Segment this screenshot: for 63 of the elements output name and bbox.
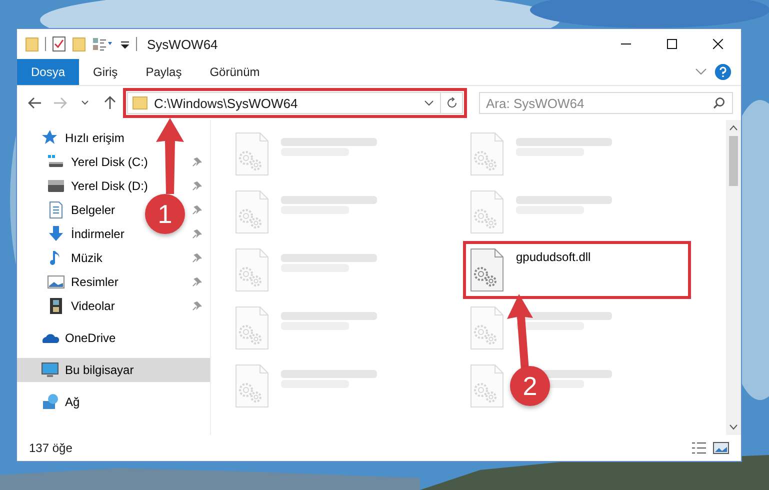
gear-file-icon: [470, 364, 504, 408]
pin-icon: [192, 301, 202, 311]
folder-icon: [25, 36, 39, 52]
gear-file-icon: [235, 132, 269, 176]
forward-arrow-icon: [53, 97, 68, 109]
chevron-icon[interactable]: [695, 68, 707, 76]
sidebar-item[interactable]: Resimler: [17, 270, 210, 294]
gear-file-icon: [470, 248, 504, 292]
ribbon-tab[interactable]: Dosya: [17, 59, 80, 85]
scroll-thumb[interactable]: [729, 136, 738, 186]
ribbon-tab[interactable]: Paylaş: [132, 59, 196, 85]
sidebar-item[interactable]: Müzik: [17, 246, 210, 270]
caret-icon: [81, 100, 90, 106]
document-icon: [47, 201, 65, 219]
file-name: gpududsoft.dll: [516, 250, 591, 264]
search-icon: [713, 97, 725, 109]
details-view-icon[interactable]: [691, 442, 707, 454]
gear-file-icon: [235, 190, 269, 234]
scroll-up-icon[interactable]: [729, 124, 738, 132]
folder-icon: [132, 96, 148, 110]
sidebar-item[interactable]: Bu bilgisayar: [17, 358, 210, 382]
star-icon: [41, 129, 59, 147]
download-icon: [47, 225, 65, 243]
scroll-down-icon[interactable]: [729, 423, 738, 431]
sidebar-item[interactable]: OneDrive: [17, 326, 210, 350]
ribbon-tab[interactable]: Giriş: [79, 59, 132, 85]
address-path: C:\Windows\SysWOW64: [154, 96, 299, 110]
window-title: SysWOW64: [147, 36, 218, 52]
pin-icon: [192, 229, 202, 239]
gear-file-icon: [470, 190, 504, 234]
pin-icon: [192, 157, 202, 167]
sidebar-item[interactable]: Ağ: [17, 390, 210, 414]
ribbon-tab[interactable]: Görünüm: [196, 59, 274, 85]
large-icons-view-icon[interactable]: [713, 442, 729, 454]
gear-file-icon: [235, 364, 269, 408]
scrollbar[interactable]: [726, 120, 741, 435]
gear-file-icon: [470, 306, 504, 350]
pin-icon: [192, 205, 202, 215]
pictures-icon: [47, 273, 65, 291]
refresh-icon: [446, 97, 458, 109]
gear-file-icon: [470, 132, 504, 176]
sidebar-item[interactable]: Videolar: [17, 294, 210, 318]
network-icon: [41, 393, 59, 411]
gear-file-icon: [235, 248, 269, 292]
up-arrow-icon: [104, 96, 116, 110]
file-item[interactable]: gpududsoft.dll: [466, 244, 688, 296]
maximize-icon: [667, 39, 677, 49]
drive-icon: [47, 177, 65, 195]
dropdown-icon[interactable]: [424, 100, 434, 106]
pin-icon: [192, 277, 202, 287]
pin-icon: [192, 181, 202, 191]
close-icon: [713, 39, 723, 49]
computer-icon: [41, 361, 59, 379]
item-count: 137 öğe: [29, 441, 72, 455]
properties-icon[interactable]: [92, 36, 114, 52]
back-arrow-icon: [28, 97, 42, 109]
gear-file-icon: [235, 306, 269, 350]
search-field[interactable]: Ara: SysWOW64: [479, 92, 733, 114]
help-icon[interactable]: [715, 64, 731, 80]
checklist-icon[interactable]: [52, 36, 66, 52]
sidebar-item[interactable]: Hızlı erişim: [17, 126, 210, 150]
pin-icon: [192, 253, 202, 263]
video-icon: [47, 297, 65, 315]
